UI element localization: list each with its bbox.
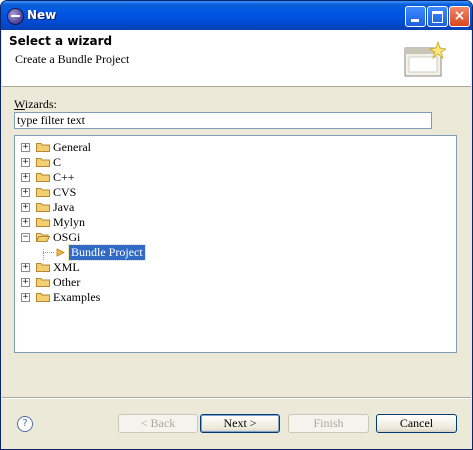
tree-node-label: C [53, 155, 62, 169]
maximize-button[interactable] [427, 6, 448, 27]
finish-button[interactable]: Finish [288, 414, 369, 433]
tree-node-osgi[interactable]: − OSGi [15, 230, 415, 245]
filter-input[interactable] [14, 112, 432, 129]
expand-icon[interactable]: + [21, 173, 30, 182]
tree-node-other[interactable]: + Other [15, 275, 415, 290]
expand-icon[interactable]: + [21, 263, 30, 272]
expand-icon[interactable]: + [21, 188, 30, 197]
help-icon[interactable]: ? [17, 416, 33, 432]
tree-node-c[interactable]: + C [15, 155, 415, 170]
minimize-button[interactable] [405, 6, 426, 27]
wizard-header: Select a wizard Create a Bundle Project [2, 30, 471, 87]
tree-node-java[interactable]: + Java [15, 200, 415, 215]
folder-icon [36, 158, 50, 167]
tree-node-general[interactable]: + General [15, 140, 415, 155]
folder-icon [36, 278, 50, 287]
new-wizard-icon [404, 40, 446, 77]
folder-icon [36, 293, 50, 302]
tree-node-bundle-project[interactable]: Bundle Project [15, 244, 415, 261]
expand-icon[interactable]: + [21, 158, 30, 167]
page-title: Select a wizard [9, 34, 113, 48]
tree-node-mylyn[interactable]: + Mylyn [15, 215, 415, 230]
folder-icon [36, 263, 50, 272]
tree-node-xml[interactable]: + XML [15, 260, 415, 275]
bundle-project-icon [56, 248, 65, 257]
close-icon: × [453, 8, 466, 24]
title-bar[interactable]: New × [1, 1, 472, 30]
expand-icon[interactable]: + [21, 203, 30, 212]
tree-node-examples[interactable]: + Examples [15, 290, 415, 305]
tree-node-cpp[interactable]: + C++ [15, 170, 415, 185]
folder-icon [36, 143, 50, 152]
tree-node-label-selected: Bundle Project [68, 244, 146, 261]
eclipse-icon [7, 8, 24, 25]
wizard-tree[interactable]: + General + C + C++ + CVS + Java + Mylyn [14, 135, 457, 353]
tree-node-label: Mylyn [53, 215, 86, 229]
tree-node-label: C++ [53, 170, 75, 184]
expand-icon[interactable]: + [21, 218, 30, 227]
folder-icon [36, 188, 50, 197]
tree-node-label: Other [53, 275, 81, 289]
tree-node-label: Java [53, 200, 75, 214]
cancel-button[interactable]: Cancel [376, 414, 457, 433]
folder-icon [36, 203, 50, 212]
wizards-label: Wizards: [14, 97, 57, 111]
button-bar-separator [2, 397, 471, 399]
expand-icon[interactable]: + [21, 293, 30, 302]
expand-icon[interactable]: + [21, 143, 30, 152]
back-button[interactable]: < Back [118, 414, 198, 433]
next-button[interactable]: Next > [200, 414, 280, 433]
expand-icon[interactable]: + [21, 278, 30, 287]
window-title: New [27, 8, 57, 22]
new-wizard-dialog: New × Select a wizard Create a Bundle Pr… [0, 0, 473, 450]
tree-node-label: Examples [53, 290, 101, 304]
close-button[interactable]: × [449, 6, 470, 27]
collapse-icon[interactable]: − [21, 233, 30, 242]
open-folder-icon [36, 233, 50, 242]
folder-icon [36, 173, 50, 182]
tree-node-label: CVS [53, 185, 77, 199]
tree-node-cvs[interactable]: + CVS [15, 185, 415, 200]
tree-node-label: OSGi [53, 230, 81, 244]
tree-node-label: XML [53, 260, 80, 274]
tree-node-label: General [53, 140, 91, 154]
folder-icon [36, 218, 50, 227]
page-description: Create a Bundle Project [15, 52, 130, 66]
